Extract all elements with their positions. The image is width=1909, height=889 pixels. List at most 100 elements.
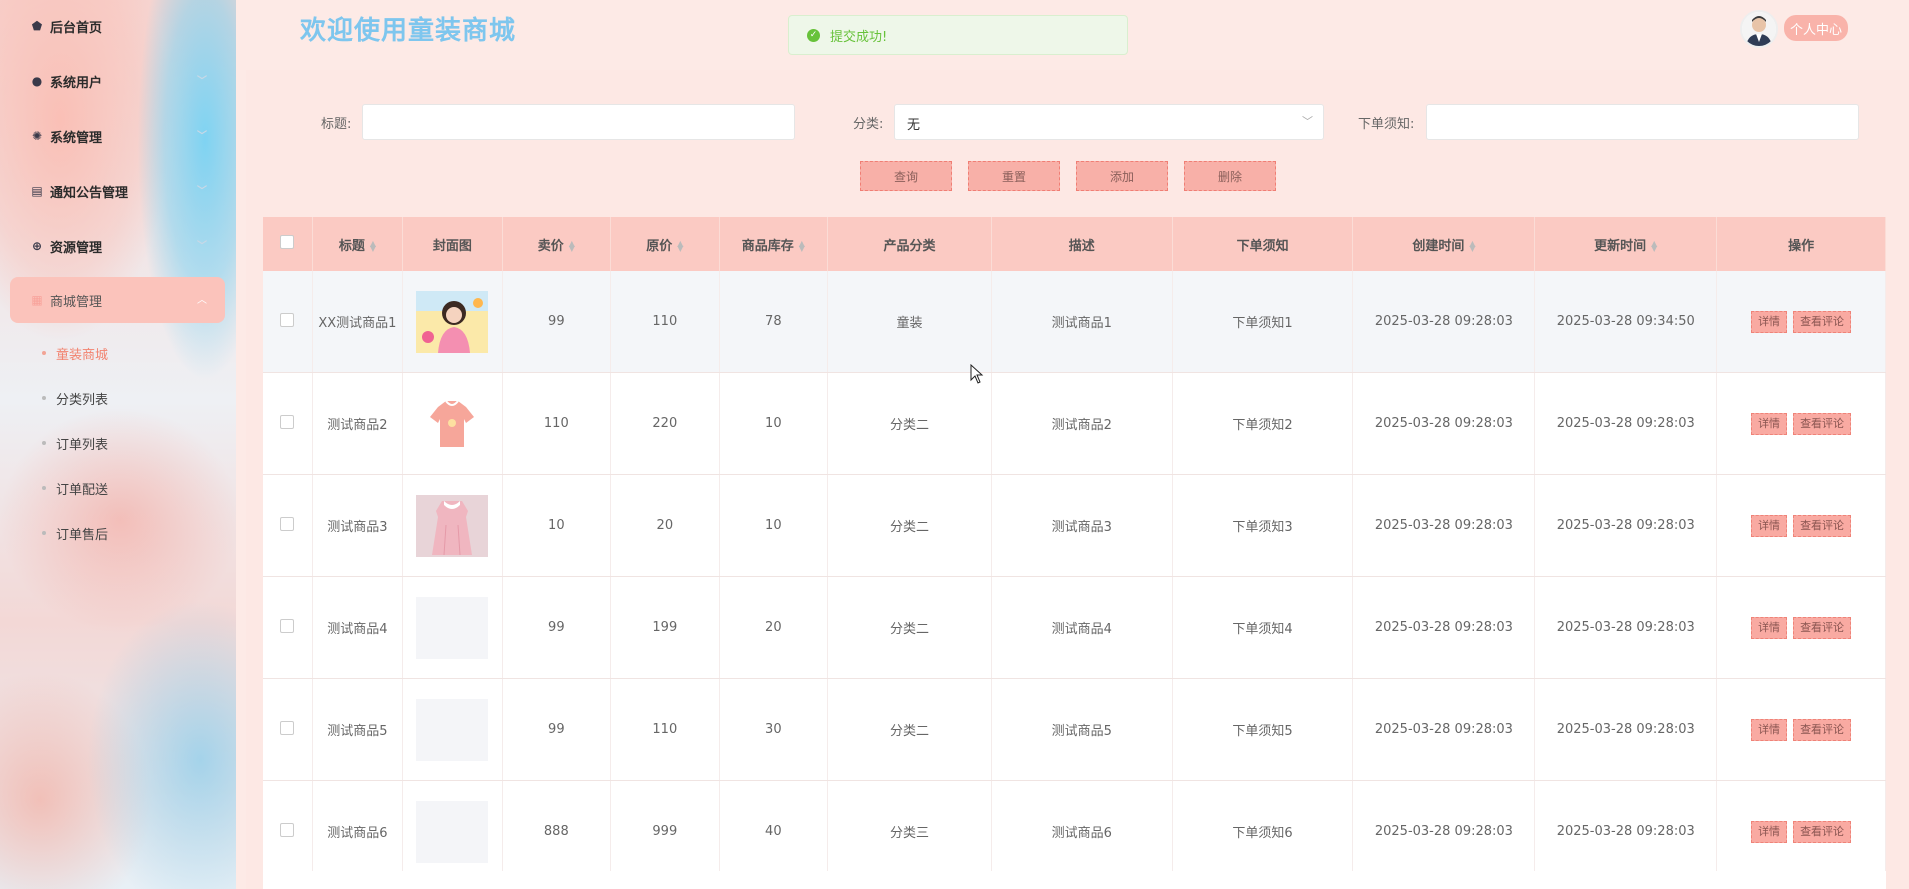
sidebar-subitem-order-list[interactable]: 订单列表 (42, 433, 108, 453)
row-select[interactable] (263, 474, 313, 577)
product-image (416, 494, 489, 557)
sort-icon[interactable]: ▲ ▼ (799, 240, 805, 253)
select-all-checkbox[interactable] (280, 235, 295, 249)
row-select[interactable] (263, 372, 313, 475)
cell-created: 2025-03-28 09:28:03 (1352, 576, 1536, 679)
detail-button[interactable]: 详情 (1751, 616, 1788, 639)
table-row: 测试商品2 110 220 10 分类二 测试商品2 下单须知2 2025-03… (263, 372, 1886, 475)
detail-button[interactable]: 详情 (1751, 718, 1788, 741)
cell-cover (402, 474, 503, 577)
search-button[interactable]: 查询 (860, 161, 952, 191)
view-comments-button[interactable]: 查看评论 (1793, 718, 1852, 741)
reset-button[interactable]: 重置 (968, 161, 1060, 191)
cell-price: 99 (502, 576, 612, 679)
row-checkbox[interactable] (280, 720, 295, 735)
row-checkbox[interactable] (280, 414, 295, 429)
check-circle-icon: ✓ (807, 28, 820, 42)
column-header-notice: 下单须知 (1172, 217, 1354, 271)
title-filter-input[interactable] (362, 104, 795, 140)
sort-icon[interactable]: ▲ ▼ (569, 240, 575, 253)
product-image (416, 392, 489, 455)
sidebar-item-home[interactable]: ⬟ 后台首页 (10, 3, 225, 49)
sidebar-subitem-order-delivery[interactable]: 订单配送 (42, 478, 108, 498)
cell-updated: 2025-03-28 09:28:03 (1534, 372, 1718, 475)
chevron-up-icon: ︿ (197, 295, 207, 306)
sort-icon[interactable]: ▲ ▼ (370, 240, 376, 253)
cell-category: 分类三 (827, 780, 992, 883)
cell-title: 测试商品2 (312, 372, 404, 475)
row-select[interactable] (263, 576, 313, 679)
cell-stock: 20 (719, 576, 829, 679)
sidebar-item-mall-management[interactable]: ▦ 商城管理 ︿ (10, 277, 225, 323)
column-header-title[interactable]: 标题 ▲ ▼ (312, 217, 404, 271)
category-filter-label: 分类: (853, 117, 884, 132)
column-header-original-price[interactable]: 原价 ▲ ▼ (610, 217, 720, 271)
row-checkbox[interactable] (280, 516, 295, 531)
notice-filter-input[interactable] (1426, 104, 1859, 140)
view-comments-button[interactable]: 查看评论 (1793, 310, 1852, 333)
table-row: XX测试商品1 99 110 78 童装 测试商品1 下单须知1 2025-03… (263, 271, 1886, 373)
row-checkbox[interactable] (280, 618, 295, 633)
cell-title: 测试商品6 (312, 780, 404, 883)
cell-notice: 下单须知5 (1172, 678, 1354, 781)
view-comments-button[interactable]: 查看评论 (1793, 616, 1852, 639)
sidebar-item-system-users[interactable]: ● 系统用户 ﹀ (10, 58, 225, 104)
cell-stock: 10 (719, 372, 829, 475)
sidebar-subitem-label: 订单配送 (56, 482, 109, 498)
user-center-button[interactable]: 个人中心 (1784, 15, 1849, 41)
bullet-icon (42, 441, 46, 445)
avatar[interactable] (1740, 10, 1778, 48)
row-checkbox[interactable] (280, 822, 295, 837)
table-header-row: 标题 ▲ ▼ 封面图 卖价 ▲ ▼ 原价 ▲ ▼ 商品库存 ▲ ▼ 产品分类 描述 下单须知 创… (263, 217, 1886, 271)
sort-icon[interactable]: ▲ ▼ (1469, 240, 1475, 253)
row-select[interactable] (263, 271, 313, 373)
sidebar-item-system-management[interactable]: ✺ 系统管理 ﹀ (10, 113, 225, 159)
sidebar-subitem-category-list[interactable]: 分类列表 (42, 388, 108, 408)
sidebar-subitem-label: 童装商城 (56, 347, 109, 363)
column-header-created[interactable]: 创建时间 ▲ ▼ (1352, 217, 1536, 271)
product-image-placeholder (416, 596, 489, 659)
category-select[interactable]: 无 ﹀ (894, 104, 1324, 140)
cell-price: 110 (502, 372, 612, 475)
sidebar-item-label: 资源管理 (50, 240, 103, 256)
product-table: 标题 ▲ ▼ 封面图 卖价 ▲ ▼ 原价 ▲ ▼ 商品库存 ▲ ▼ 产品分类 描述 下单须知 创… (263, 217, 1886, 883)
cell-original-price: 110 (610, 678, 720, 781)
chevron-down-icon: ﹀ (197, 131, 207, 142)
sidebar-item-label: 商城管理 (50, 294, 103, 310)
column-header-price[interactable]: 卖价 ▲ ▼ (502, 217, 612, 271)
view-comments-button[interactable]: 查看评论 (1793, 412, 1852, 435)
cell-title: XX测试商品1 (312, 271, 404, 373)
sidebar-item-resource-management[interactable]: ⊕ 资源管理 ﹀ (10, 223, 225, 269)
sidebar-item-notice-management[interactable]: ▤ 通知公告管理 ﹀ (10, 168, 225, 214)
cell-updated: 2025-03-28 09:28:03 (1534, 678, 1718, 781)
detail-button[interactable]: 详情 (1751, 310, 1788, 333)
detail-button[interactable]: 详情 (1751, 412, 1788, 435)
delete-button[interactable]: 删除 (1184, 161, 1276, 191)
sidebar-subitem-label: 订单售后 (56, 527, 109, 543)
title-filter-label: 标题: (321, 117, 352, 132)
category-select-value: 无 (907, 118, 921, 133)
column-header-stock[interactable]: 商品库存 ▲ ▼ (719, 217, 829, 271)
add-button[interactable]: 添加 (1076, 161, 1168, 191)
product-image-placeholder (416, 800, 489, 863)
cell-notice: 下单须知1 (1172, 271, 1354, 373)
product-image (416, 290, 489, 353)
row-select[interactable] (263, 780, 313, 883)
row-checkbox[interactable] (280, 312, 295, 327)
detail-button[interactable]: 详情 (1751, 820, 1788, 843)
cell-original-price: 199 (610, 576, 720, 679)
chevron-down-icon: ﹀ (1302, 115, 1313, 128)
sidebar-subitem-kids-mall[interactable]: 童装商城 (42, 343, 108, 363)
sort-icon[interactable]: ▲ ▼ (677, 240, 683, 253)
detail-button[interactable]: 详情 (1751, 514, 1788, 537)
column-header-description: 描述 (991, 217, 1173, 271)
avatar-image (1742, 12, 1776, 46)
select-all-header[interactable] (263, 217, 313, 271)
column-header-cover: 封面图 (402, 217, 503, 271)
column-header-updated[interactable]: 更新时间 ▲ ▼ (1534, 217, 1718, 271)
sidebar-subitem-after-sales[interactable]: 订单售后 (42, 523, 108, 543)
view-comments-button[interactable]: 查看评论 (1793, 514, 1852, 537)
row-select[interactable] (263, 678, 313, 781)
view-comments-button[interactable]: 查看评论 (1793, 820, 1852, 843)
sort-icon[interactable]: ▲ ▼ (1651, 240, 1657, 253)
